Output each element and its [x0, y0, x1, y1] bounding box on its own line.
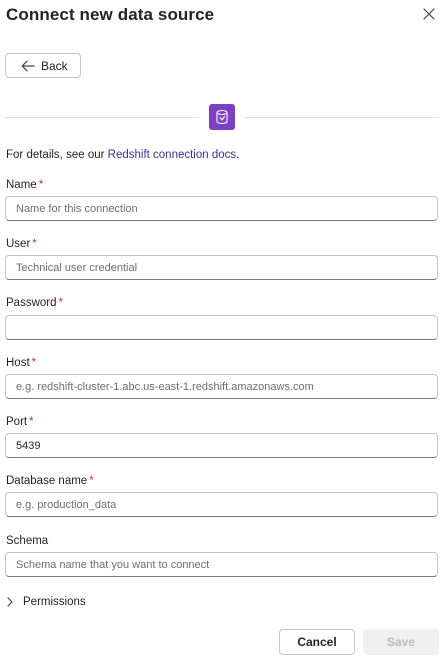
database-name-label: Database name *: [6, 475, 94, 487]
divider-right: [245, 117, 439, 118]
password-input[interactable]: [5, 315, 438, 340]
port-label-text: Port: [6, 416, 28, 428]
cancel-button[interactable]: Cancel: [279, 629, 355, 655]
details-prefix: For details, see our: [6, 149, 108, 161]
required-marker: *: [89, 475, 94, 487]
schema-label: Schema: [6, 535, 48, 547]
required-marker: *: [58, 297, 63, 309]
details-suffix: .: [236, 149, 240, 161]
arrow-left-icon: [21, 60, 35, 72]
permissions-label: Permissions: [23, 596, 86, 608]
database-name-input[interactable]: [5, 492, 438, 517]
user-label: User *: [6, 238, 37, 250]
user-input[interactable]: [5, 255, 438, 280]
user-label-text: User: [6, 238, 31, 250]
dialog-title: Connect new data source: [6, 5, 215, 24]
name-label-text: Name: [6, 179, 37, 191]
port-input[interactable]: [5, 433, 438, 458]
host-label-text: Host: [6, 357, 30, 369]
back-button[interactable]: Back: [5, 53, 81, 78]
permissions-expander[interactable]: Permissions: [6, 596, 86, 608]
details-text: For details, see our Redshift connection…: [6, 149, 239, 161]
required-marker: *: [31, 357, 37, 369]
host-input[interactable]: [5, 374, 438, 399]
redshift-docs-link[interactable]: Redshift connection docs: [108, 149, 237, 161]
redshift-icon: [209, 104, 235, 130]
required-marker: *: [32, 238, 37, 250]
password-label-text: Password: [6, 297, 57, 309]
name-input[interactable]: [5, 196, 438, 221]
port-label: Port *: [6, 416, 34, 428]
back-button-label: Back: [41, 58, 68, 73]
database-name-label-text: Database name: [6, 475, 88, 487]
divider-left: [5, 117, 199, 118]
required-marker: *: [29, 416, 34, 428]
close-button[interactable]: [421, 6, 437, 22]
host-label: Host *: [6, 357, 36, 369]
close-icon: [423, 8, 435, 20]
save-button[interactable]: Save: [363, 629, 439, 655]
schema-label-text: Schema: [6, 535, 49, 547]
password-label: Password *: [6, 297, 63, 309]
schema-input[interactable]: [5, 552, 438, 577]
required-marker: *: [38, 179, 44, 191]
chevron-right-icon: [6, 597, 14, 607]
name-label: Name *: [6, 179, 43, 191]
connect-data-source-dialog: Connect new data source Back For details…: [0, 0, 443, 667]
